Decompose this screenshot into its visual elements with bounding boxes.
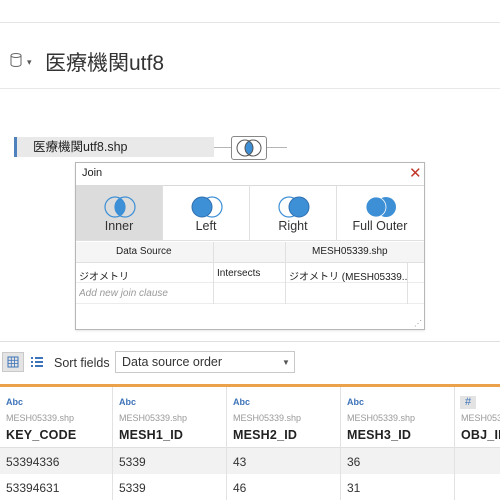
join-dialog: Join ✕ Inner Left Right Full Outer Data … [75, 162, 425, 330]
row-divider [76, 282, 424, 283]
chevron-down-icon[interactable]: ▼ [282, 358, 290, 367]
join-type-full-outer[interactable]: Full Outer [337, 185, 424, 241]
close-icon[interactable]: ✕ [409, 164, 422, 182]
list-view-icon[interactable] [30, 355, 44, 369]
sort-fields-select[interactable]: Data source order [115, 351, 295, 373]
datasource-title[interactable]: 医療機関utf8 [45, 47, 164, 77]
clause-header-left: Data Source [116, 246, 172, 257]
column-source: MESH05339.shp [233, 413, 302, 423]
sort-fields-label: Sort fields [54, 356, 110, 370]
join-type-label: Right [278, 219, 308, 233]
grid-divider [407, 262, 408, 304]
column-source: MESH05339.shp [6, 413, 75, 423]
database-icon[interactable] [10, 53, 22, 67]
divider [0, 341, 500, 342]
datasource-menu-caret-icon[interactable]: ▾ [27, 57, 32, 68]
left-join-icon [191, 196, 223, 218]
join-type-right[interactable]: Right [250, 185, 337, 241]
table-cell: 5339 [119, 481, 146, 495]
grid-divider [285, 242, 286, 304]
join-connector-left [214, 147, 231, 148]
table-cell: 46 [233, 481, 247, 495]
column-name[interactable]: KEY_CODE [6, 428, 76, 442]
join-type-left[interactable]: Left [163, 185, 250, 241]
column-name[interactable]: MESH2_ID [233, 428, 297, 442]
table-cell: 43 [233, 455, 247, 469]
add-join-clause[interactable]: Add new join clause [79, 288, 168, 299]
number-type-icon[interactable]: # [460, 396, 476, 409]
clause-right-field[interactable]: ジオメトリ (MESH05339... [289, 268, 407, 283]
string-type-icon[interactable]: Abc [347, 397, 364, 407]
full-outer-join-icon [365, 196, 396, 218]
join-connector-right [267, 147, 287, 148]
table-cell: 53394631 [6, 481, 60, 495]
table-cell: 31 [347, 481, 361, 495]
row-divider [76, 303, 424, 304]
clause-operator[interactable]: Intersects [217, 268, 260, 279]
inner-join-icon [104, 196, 136, 218]
join-dialog-header: Join ✕ [76, 163, 424, 186]
column-name[interactable]: MESH1_ID [119, 428, 183, 442]
join-type-label: Left [195, 219, 217, 233]
clause-header-right: MESH05339.shp [312, 246, 388, 257]
divider [0, 88, 500, 89]
join-icon[interactable] [231, 136, 267, 160]
column-header-obj-id[interactable]: # MESH053 OBJ_ID [455, 387, 500, 500]
column-source: MESH05339.shp [347, 413, 416, 423]
column-source: MESH05339.shp [119, 413, 188, 423]
top-bar [0, 0, 500, 23]
grid-divider [213, 242, 214, 304]
string-type-icon[interactable]: Abc [233, 397, 250, 407]
column-name[interactable]: OBJ_ID [461, 428, 500, 442]
clause-left-field[interactable]: ジオメトリ [79, 268, 129, 283]
left-table-pill[interactable]: 医療機関utf8.shp [14, 137, 214, 157]
table-cell: 53394336 [6, 455, 60, 469]
join-type-inner[interactable]: Inner [76, 185, 163, 241]
column-source: MESH053 [461, 413, 500, 423]
right-join-icon [278, 196, 310, 218]
column-name[interactable]: MESH3_ID [347, 428, 411, 442]
resize-grip-icon[interactable]: ⋰ [414, 319, 422, 328]
join-dialog-title: Join [82, 167, 103, 179]
string-type-icon[interactable]: Abc [6, 397, 23, 407]
join-type-label: Inner [104, 219, 134, 233]
string-type-icon[interactable]: Abc [119, 397, 136, 407]
grid-view-icon[interactable] [2, 352, 24, 372]
table-cell: 36 [347, 455, 361, 469]
join-type-label: Full Outer [352, 219, 408, 233]
table-cell: 5339 [119, 455, 146, 469]
